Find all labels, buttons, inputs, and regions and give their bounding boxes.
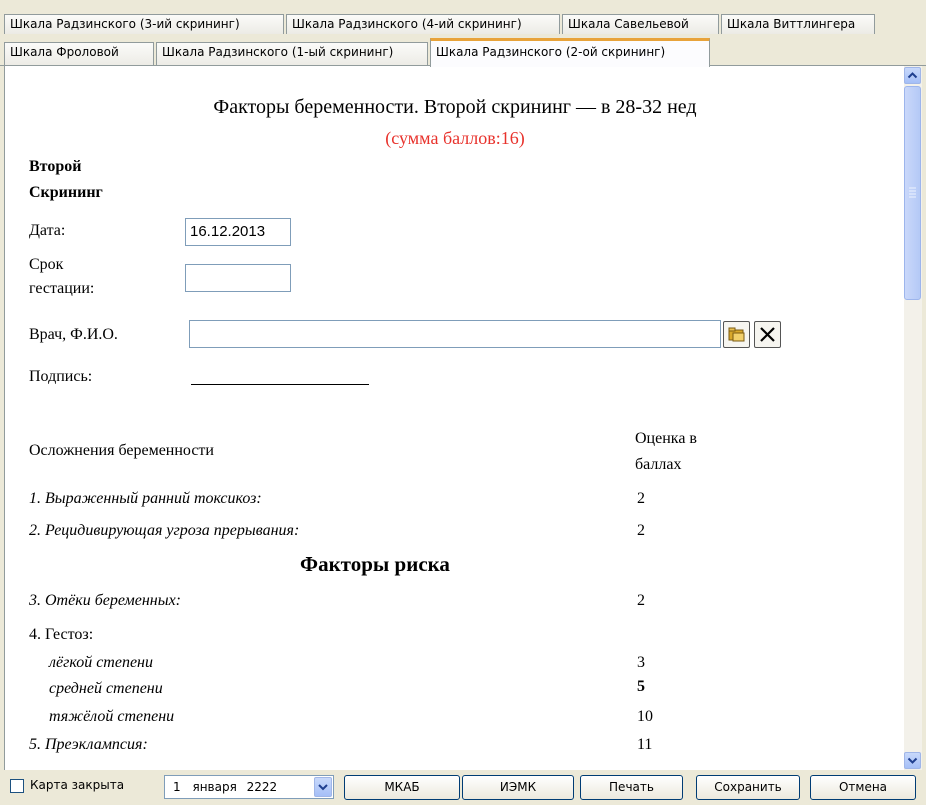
gestosis-label: 4. Гестоз:: [29, 626, 94, 643]
score-header-line2: баллах: [635, 456, 682, 473]
gestosis-level-label: средней степени: [49, 680, 163, 697]
date-day: 1: [173, 780, 181, 794]
tab-frolova[interactable]: Шкала Фроловой: [4, 42, 154, 66]
gestosis-level-score: 10: [637, 708, 653, 725]
gestosis-level-label: лёгкой степени: [49, 654, 153, 671]
date-label: Дата:: [29, 222, 66, 239]
page-title: Факторы беременности. Второй скрининг — …: [213, 96, 697, 118]
gestosis-level-score: 3: [637, 654, 645, 671]
item-label: 2. Рецидивирующая угроза прерывания:: [29, 522, 300, 539]
section-title-line1: Второй: [29, 158, 82, 175]
gestosis-level-label: тяжёлой степени: [49, 708, 175, 725]
date-picker[interactable]: 1 января 2222: [164, 775, 334, 799]
tab-bar: Шкала Радзинского (3-ий скрининг) Шкала …: [0, 0, 926, 67]
signature-line: [191, 384, 369, 385]
chevron-up-icon: [907, 72, 918, 79]
bottom-toolbar: Карта закрыта 1 января 2222 МКАБ ИЭМК Пе…: [0, 770, 926, 805]
item-score: 2: [637, 592, 645, 609]
item-label: 1. Выраженный ранний токсикоз:: [29, 490, 262, 507]
card-closed-label: Карта закрыта: [30, 778, 125, 792]
scroll-thumb[interactable]: [904, 86, 921, 300]
clear-doctor-button[interactable]: [754, 321, 781, 348]
cancel-button[interactable]: Отмена: [810, 775, 916, 800]
gestosis-level-score: 5: [637, 678, 645, 695]
date-year: 2222: [246, 780, 278, 794]
mkab-button[interactable]: МКАБ: [344, 775, 460, 800]
iemk-button[interactable]: ИЭМК: [462, 775, 574, 800]
close-icon: [760, 327, 775, 342]
term-label-line1: Срок: [29, 256, 64, 273]
tab-radzinsky-2[interactable]: Шкала Радзинского (2-ой скрининг): [430, 38, 710, 67]
item-label: 3. Отёки беременных:: [29, 592, 181, 609]
item-score: 2: [637, 522, 645, 539]
preeclampsia-score: 11: [637, 736, 653, 753]
risk-factors-header: Факторы риска: [300, 552, 450, 576]
chevron-down-icon: [318, 784, 328, 791]
tab-radzinsky-3[interactable]: Шкала Радзинского (3-ий скрининг): [4, 14, 284, 34]
save-button[interactable]: Сохранить: [696, 775, 800, 800]
score-sum: (сумма баллов:16): [385, 128, 525, 148]
tab-radzinsky-4[interactable]: Шкала Радзинского (4-ий скрининг): [286, 14, 560, 34]
term-label-line2: гестации:: [29, 280, 95, 297]
complications-header: Осложнения беременности: [29, 442, 214, 459]
tab-savelyeva[interactable]: Шкала Савельевой: [562, 14, 719, 34]
date-input[interactable]: 16.12.2013: [185, 218, 291, 246]
folder-icon: [728, 327, 745, 342]
item-score: 2: [637, 490, 645, 507]
select-doctor-button[interactable]: [723, 321, 750, 348]
gestation-term-input[interactable]: [185, 264, 291, 292]
signature-label: Подпись:: [29, 368, 93, 385]
chevron-down-icon: [907, 757, 918, 764]
preeclampsia-label: 5. Преэклампсия:: [29, 736, 148, 753]
date-month: января: [192, 780, 237, 794]
doctor-label: Врач, Ф.И.О.: [29, 326, 118, 343]
form-panel: Факторы беременности. Второй скрининг — …: [4, 66, 905, 770]
tab-radzinsky-1[interactable]: Шкала Радзинского (1-ый скрининг): [156, 42, 428, 66]
scroll-up-button[interactable]: [904, 67, 921, 84]
score-header-line1: Оценка в: [635, 430, 697, 447]
card-closed-checkbox[interactable]: [10, 779, 24, 793]
tab-wittlinger[interactable]: Шкала Виттлингера: [721, 14, 875, 34]
scroll-down-button[interactable]: [904, 752, 921, 769]
print-button[interactable]: Печать: [580, 775, 683, 800]
date-dropdown-button[interactable]: [314, 777, 332, 797]
grip-icon: [909, 187, 916, 198]
vertical-scrollbar[interactable]: [904, 66, 922, 770]
section-title-line2: Скрининг: [29, 184, 103, 201]
doctor-name-input[interactable]: [189, 320, 721, 348]
